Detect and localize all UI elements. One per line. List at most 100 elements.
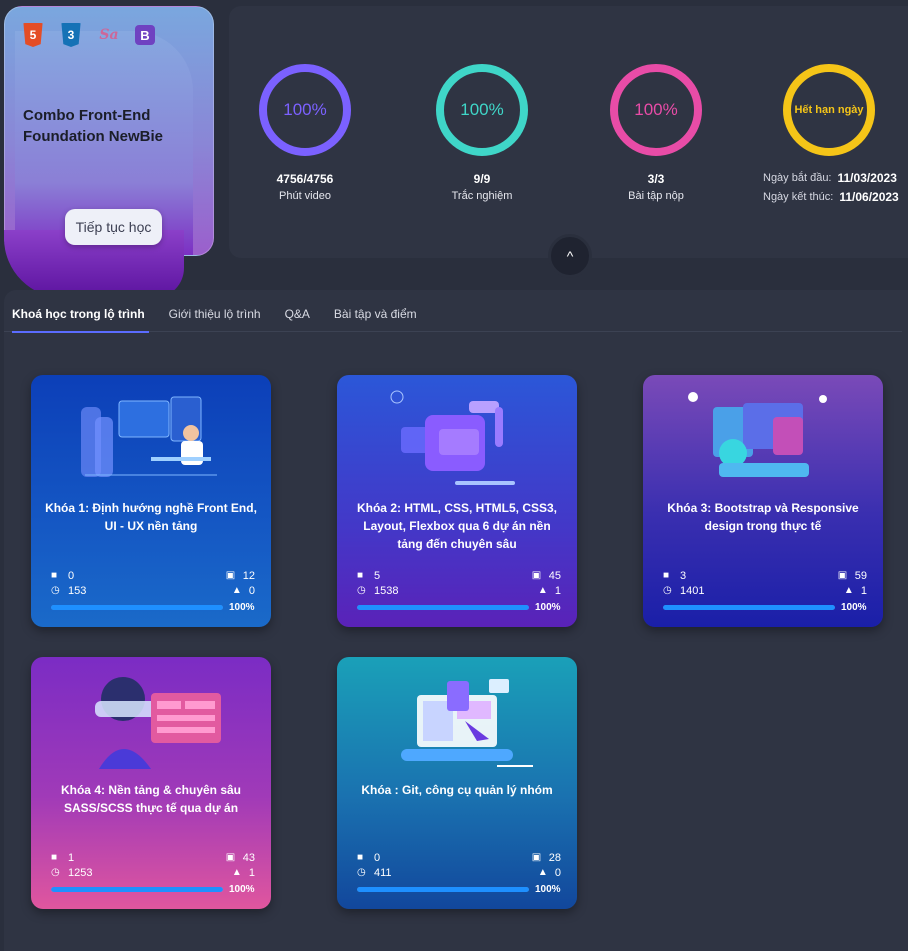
collapse-button[interactable]: ^ xyxy=(548,234,592,278)
clock-icon: ◷ xyxy=(357,584,366,596)
expiry-status: Hết hạn ngày xyxy=(794,104,864,116)
course-illustration xyxy=(95,677,221,769)
tab-assignments[interactable]: Bài tập và điểm xyxy=(322,290,429,332)
course-meta: ■ 0 ▣ 28 ◷ 411 ▲ 0 100% xyxy=(357,850,561,895)
progress-ring: 100% xyxy=(608,62,704,158)
tab-roadmap-intro[interactable]: Giới thiệu lộ trình xyxy=(157,290,273,332)
progress-percent: 100% xyxy=(535,602,561,613)
course-title: Khóa 1: Định hướng nghề Front End, UI - … xyxy=(45,501,257,533)
book-icon: ▣ xyxy=(531,569,542,581)
book-icon: ▣ xyxy=(531,851,542,863)
project-icon: ▲ xyxy=(843,584,854,596)
lesson-count: 43 xyxy=(242,851,255,864)
exercise-count: 1 xyxy=(68,851,75,864)
course-card[interactable]: Khóa : Git, công cụ quản lý nhóm ■ 0 ▣ 28 … xyxy=(337,657,577,909)
book-icon: ▣ xyxy=(225,569,236,581)
progress-percent: 100% xyxy=(229,602,255,613)
progress-bar xyxy=(357,605,529,610)
progress-ring: 100% xyxy=(434,62,530,158)
lesson-count: 59 xyxy=(854,569,867,582)
project-icon: ▲ xyxy=(537,584,548,596)
start-date-label: Ngày bắt đầu: xyxy=(763,171,832,184)
stat-label: Bài tập nộp xyxy=(628,190,684,202)
exercise-count: 0 xyxy=(68,569,75,582)
tech-icons: 5 3 Sa B xyxy=(21,23,155,47)
project-count: 1 xyxy=(554,584,561,597)
clock-icon: ◷ xyxy=(357,866,366,878)
stat-video: 100% 4756/4756 Phút video xyxy=(245,62,365,202)
course-illustration xyxy=(401,679,533,767)
progress-bar xyxy=(51,605,223,610)
progress-percent: 100% xyxy=(535,884,561,895)
progress-bar xyxy=(51,887,223,892)
progress-bar xyxy=(357,887,529,892)
progress-bar xyxy=(663,605,835,610)
project-count: 0 xyxy=(248,584,255,597)
course-card[interactable]: Khóa 4: Nền tảng & chuyên sâu SASS/SCSS … xyxy=(31,657,271,909)
tab-courses[interactable]: Khoá học trong lộ trình xyxy=(4,290,157,333)
minute-count: 1538 xyxy=(374,584,399,597)
stat-label: Trắc nghiệm xyxy=(451,190,513,202)
dumbbell-icon: ■ xyxy=(663,569,670,581)
course-card[interactable]: Khóa 1: Định hướng nghề Front End, UI - … xyxy=(31,375,271,627)
course-illustration xyxy=(390,390,515,485)
minute-count: 1253 xyxy=(68,866,93,879)
ring-percent: 100% xyxy=(634,100,678,119)
exercise-count: 5 xyxy=(374,569,381,582)
minute-count: 153 xyxy=(68,584,87,597)
stat-expiry: Hết hạn ngày xyxy=(769,62,889,158)
course-title: Khóa : Git, công cụ quản lý nhóm xyxy=(361,783,553,797)
dumbbell-icon: ■ xyxy=(357,569,364,581)
lesson-count: 45 xyxy=(548,569,561,582)
progress-percent: 100% xyxy=(229,884,255,895)
course-dates: Ngày bắt đầu: 11/03/2023 Ngày kết thúc: 11… xyxy=(763,168,899,206)
project-icon: ▲ xyxy=(537,866,548,878)
course-title: Khóa 3: Bootstrap và Responsive design t… xyxy=(667,501,859,533)
book-icon: ▣ xyxy=(225,851,236,863)
project-icon: ▲ xyxy=(231,584,242,596)
course-meta: ■ 1 ▣ 43 ◷ 1253 ▲ 1 100% xyxy=(51,850,255,895)
lesson-count: 12 xyxy=(242,569,255,582)
stat-quiz: 100% 9/9 Trắc nghiệm xyxy=(422,62,542,202)
progress-ring: 100% xyxy=(257,62,353,158)
course-meta: ■ 5 ▣ 45 ◷ 1538 ▲ 1 100% xyxy=(357,568,561,613)
course-title: Khóa 2: HTML, CSS, HTML5, CSS3, Layout, … xyxy=(356,501,557,551)
stat-value: 9/9 xyxy=(473,172,491,186)
stat-value: 4756/4756 xyxy=(276,172,334,186)
stat-value: 3/3 xyxy=(647,172,665,186)
clock-icon: ◷ xyxy=(51,584,60,596)
bootstrap-icon: B xyxy=(135,25,155,45)
css3-icon: 3 xyxy=(61,23,81,47)
minute-count: 1401 xyxy=(680,584,705,597)
html5-icon: 5 xyxy=(23,23,43,47)
exercise-count: 0 xyxy=(374,851,381,864)
course-meta: ■ 3 ▣ 59 ◷ 1401 ▲ 1 100% xyxy=(663,568,867,613)
ring-percent: 100% xyxy=(460,100,504,119)
project-count: 0 xyxy=(554,866,561,879)
chevron-up-icon: ^ xyxy=(566,248,574,264)
start-date: 11/03/2023 xyxy=(837,170,897,185)
progress-stats-panel: 100% 4756/4756 Phút video 100% 9/9 Trắc … xyxy=(229,6,908,258)
end-date-label: Ngày kết thúc: xyxy=(763,190,834,203)
project-count: 1 xyxy=(860,584,867,597)
dumbbell-icon: ■ xyxy=(357,851,364,863)
clock-icon: ◷ xyxy=(51,866,60,878)
course-illustration xyxy=(688,392,827,477)
course-card[interactable]: Khóa 2: HTML, CSS, HTML5, CSS3, Layout, … xyxy=(337,375,577,627)
project-icon: ▲ xyxy=(231,866,242,878)
continue-learning-button[interactable]: Tiếp tục học xyxy=(65,209,162,245)
sass-icon: Sa xyxy=(99,27,119,43)
course-hero-card: 5 3 Sa B Combo Front-End Foundation NewB… xyxy=(4,6,214,256)
course-illustration xyxy=(81,396,217,477)
course-title: Khóa 4: Nền tảng & chuyên sâu SASS/SCSS … xyxy=(60,783,242,815)
stat-label: Phút video xyxy=(279,190,331,202)
lesson-count: 28 xyxy=(548,851,561,864)
stat-assignments: 100% 3/3 Bài tập nộp xyxy=(596,62,716,202)
ring-percent: 100% xyxy=(283,100,327,119)
course-card[interactable]: Khóa 3: Bootstrap và Responsive design t… xyxy=(643,375,883,627)
end-date: 11/06/2023 xyxy=(839,189,899,204)
progress-percent: 100% xyxy=(841,602,867,613)
dumbbell-icon: ■ xyxy=(51,851,58,863)
tab-bar: Khoá học trong lộ trình Giới thiệu lộ tr… xyxy=(4,290,902,333)
tab-qa[interactable]: Q&A xyxy=(273,290,322,332)
